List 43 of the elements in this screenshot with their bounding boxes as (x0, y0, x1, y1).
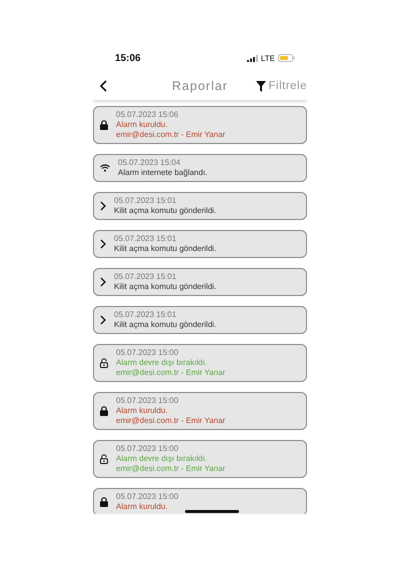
filter-button[interactable]: Filtrele (256, 80, 307, 92)
report-user: emir@desi.com.tr - Emir Yanar (116, 130, 226, 140)
report-date: 05.07.2023 15:00 (116, 444, 178, 454)
signal-icon (246, 54, 258, 62)
report-date: 05.07.2023 15:00 (116, 348, 178, 358)
report-message: Alarm internete bağlandı. (118, 168, 208, 178)
report-message: Alarm kuruldu. (116, 120, 168, 130)
report-message: Alarm devre dışı bırakıldı. (116, 358, 208, 368)
report-user: emir@desi.com.tr - Emir Yanar (116, 416, 226, 426)
report-message: Kilit açma komutu gönderildi. (114, 244, 216, 254)
lock-icon (100, 120, 108, 130)
unlocked-lock-icon (100, 454, 108, 464)
battery-icon (278, 54, 295, 62)
report-date: 05.07.2023 15:00 (116, 396, 178, 406)
report-user: emir@desi.com.tr - Emir Yanar (116, 368, 226, 378)
lock-icon (100, 497, 108, 507)
chevron-right-icon (100, 315, 106, 325)
report-date: 05.07.2023 15:04 (118, 158, 180, 168)
report-date: 05.07.2023 15:01 (114, 272, 176, 282)
report-message: Kilit açma komutu gönderildi. (114, 320, 216, 330)
status-time: 15:06 (115, 52, 141, 64)
back-icon[interactable] (100, 80, 107, 92)
report-user: emir@desi.com.tr - Emir Yanar (116, 464, 226, 474)
page-title: Raporlar (172, 79, 228, 93)
report-date: 05.07.2023 15:01 (114, 196, 176, 206)
report-date: 05.07.2023 15:01 (114, 234, 176, 244)
filter-icon (256, 80, 266, 92)
lock-icon (100, 406, 108, 416)
report-date: 05.07.2023 15:00 (116, 492, 178, 502)
home-indicator (185, 510, 239, 513)
report-message: Alarm kuruldu. (116, 502, 168, 512)
unlocked-lock-icon (100, 358, 108, 368)
report-message: Alarm devre dışı bırakıldı. (116, 454, 208, 464)
report-message: Kilit açma komutu gönderildi. (114, 282, 216, 292)
chevron-right-icon (100, 239, 106, 249)
report-date: 05.07.2023 15:06 (116, 110, 178, 120)
report-message: Alarm kuruldu. (116, 406, 168, 416)
chevron-right-icon (100, 201, 106, 211)
chevron-right-icon (100, 277, 106, 287)
report-date: 05.07.2023 15:01 (114, 310, 176, 320)
wifi-icon (100, 164, 110, 172)
report-message: Kilit açma komutu gönderildi. (114, 206, 216, 216)
network-label: LTE (260, 54, 275, 62)
